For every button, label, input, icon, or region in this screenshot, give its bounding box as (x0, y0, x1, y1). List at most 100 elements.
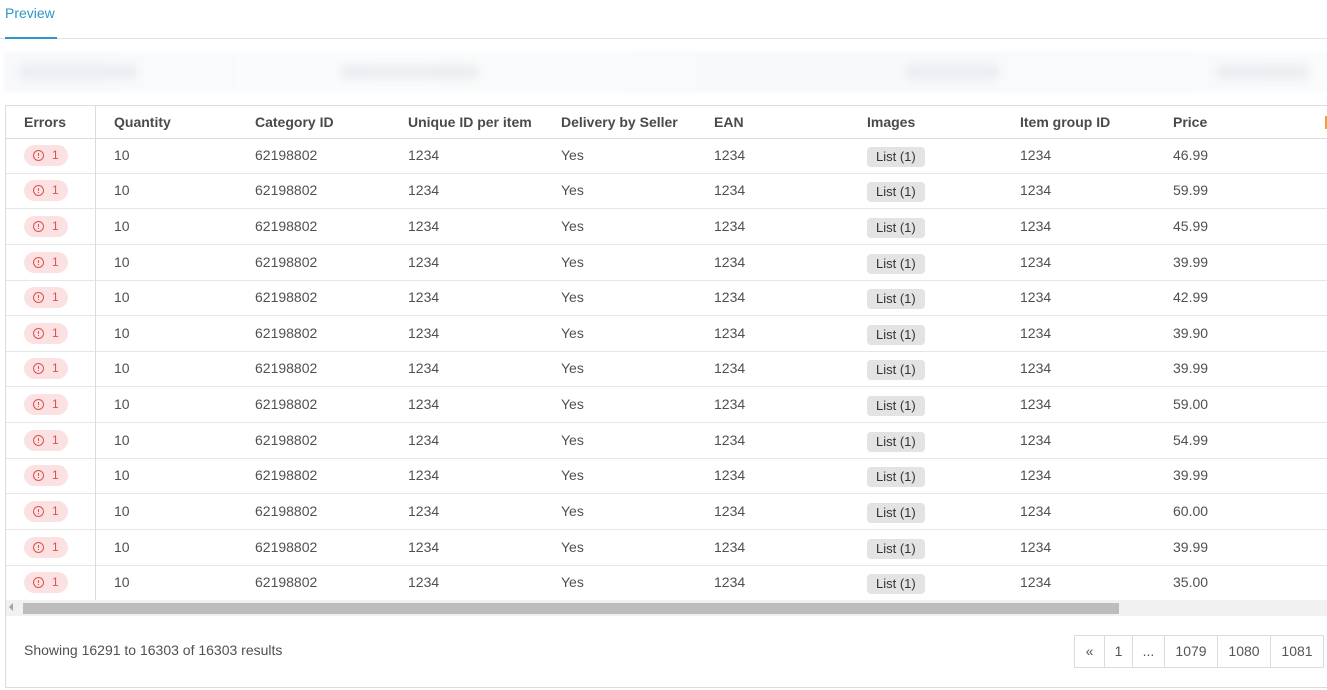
table-row[interactable]: 1 10 62198802 1234 Yes 1234 List (1) 1234 45.99 (6, 209, 1327, 245)
error-badge[interactable]: 1 (24, 465, 68, 486)
cell-price: 54.99 (1173, 432, 1209, 448)
cell-unique-id: 1234 (408, 539, 440, 555)
cell-delivery: Yes (561, 396, 584, 412)
cell-item-group-id: 1234 (1020, 432, 1052, 448)
cell-quantity: 10 (114, 254, 130, 270)
cell-category-id: 62198802 (255, 503, 318, 519)
cell-item-group-id: 1234 (1020, 467, 1052, 483)
cell-price: 39.99 (1173, 360, 1209, 376)
error-badge[interactable]: 1 (24, 430, 68, 451)
column-header-item-group-id[interactable]: Item group ID (1020, 106, 1110, 138)
cell-category-id: 62198802 (255, 360, 318, 376)
images-list-button[interactable]: List (1) (867, 147, 925, 167)
table-row[interactable]: 1 10 62198802 1234 Yes 1234 List (1) 1234 39.99 (6, 530, 1327, 566)
cell-quantity: 10 (114, 325, 130, 341)
table-row[interactable]: 1 10 62198802 1234 Yes 1234 List (1) 1234 35.00 (6, 565, 1327, 601)
cell-price: 35.00 (1173, 574, 1209, 590)
images-list-button[interactable]: List (1) (867, 218, 925, 238)
images-list-button[interactable]: List (1) (867, 254, 925, 274)
chevron-left-icon[interactable] (9, 603, 13, 611)
column-header-ean[interactable]: EAN (714, 106, 744, 138)
column-header-errors[interactable]: Errors (24, 106, 66, 138)
error-count: 1 (52, 468, 59, 482)
images-list-button[interactable]: List (1) (867, 325, 925, 345)
cell-item-group-id: 1234 (1020, 503, 1052, 519)
cell-price: 39.99 (1173, 467, 1209, 483)
pagination-page[interactable]: 1080 (1218, 636, 1271, 667)
alert-circle-icon (33, 292, 44, 303)
table-row[interactable]: 1 10 62198802 1234 Yes 1234 List (1) 1234 60.00 (6, 494, 1327, 530)
column-header-images[interactable]: Images (867, 106, 915, 138)
cell-ean: 1234 (714, 396, 746, 412)
error-badge[interactable]: 1 (24, 145, 68, 166)
cell-unique-id: 1234 (408, 467, 440, 483)
column-header-delivery-by-seller[interactable]: Delivery by Seller (561, 106, 678, 138)
table-row[interactable]: 1 10 62198802 1234 Yes 1234 List (1) 1234 39.99 (6, 458, 1327, 494)
table-row[interactable]: 1 10 62198802 1234 Yes 1234 List (1) 1234 39.99 (6, 351, 1327, 387)
error-badge[interactable]: 1 (24, 216, 68, 237)
tab-bar: Preview (0, 0, 1327, 39)
table-row[interactable]: 1 10 62198802 1234 Yes 1234 List (1) 1234 59.00 (6, 387, 1327, 423)
column-header-price[interactable]: Price (1173, 106, 1207, 138)
cell-item-group-id: 1234 (1020, 218, 1052, 234)
cell-category-id: 62198802 (255, 432, 318, 448)
error-count: 1 (52, 326, 59, 340)
error-badge[interactable]: 1 (24, 252, 68, 273)
images-list-button[interactable]: List (1) (867, 574, 925, 594)
images-list-button[interactable]: List (1) (867, 396, 925, 416)
cell-quantity: 10 (114, 218, 130, 234)
column-header-category-id[interactable]: Category ID (255, 106, 334, 138)
cell-ean: 1234 (714, 218, 746, 234)
pagination-prev[interactable]: « (1075, 636, 1105, 667)
images-list-button[interactable]: List (1) (867, 289, 925, 309)
images-list-button[interactable]: List (1) (867, 360, 925, 380)
cell-ean: 1234 (714, 325, 746, 341)
cell-quantity: 10 (114, 396, 130, 412)
table-row[interactable]: 1 10 62198802 1234 Yes 1234 List (1) 1234 39.99 (6, 245, 1327, 281)
error-badge[interactable]: 1 (24, 572, 68, 593)
error-badge[interactable]: 1 (24, 501, 68, 522)
error-count: 1 (52, 504, 59, 518)
pagination-page[interactable]: 1079 (1165, 636, 1218, 667)
table-row[interactable]: 1 10 62198802 1234 Yes 1234 List (1) 1234 39.90 (6, 316, 1327, 352)
tab-preview[interactable]: Preview (5, 5, 57, 39)
pagination-page[interactable]: 1 (1105, 636, 1133, 667)
error-badge[interactable]: 1 (24, 180, 68, 201)
cell-delivery: Yes (561, 503, 584, 519)
error-badge[interactable]: 1 (24, 287, 68, 308)
table-row[interactable]: 1 10 62198802 1234 Yes 1234 List (1) 1234 42.99 (6, 280, 1327, 316)
error-badge[interactable]: 1 (24, 537, 68, 558)
error-badge[interactable]: 1 (24, 323, 68, 344)
images-list-button[interactable]: List (1) (867, 503, 925, 523)
error-badge[interactable]: 1 (24, 358, 68, 379)
column-header-unique-id[interactable]: Unique ID per item (408, 106, 532, 138)
cell-category-id: 62198802 (255, 254, 318, 270)
alert-circle-icon (33, 257, 44, 268)
cell-unique-id: 1234 (408, 503, 440, 519)
images-list-button[interactable]: List (1) (867, 467, 925, 487)
cell-item-group-id: 1234 (1020, 147, 1052, 163)
cell-unique-id: 1234 (408, 325, 440, 341)
cell-item-group-id: 1234 (1020, 289, 1052, 305)
cell-delivery: Yes (561, 289, 584, 305)
error-badge[interactable]: 1 (24, 394, 68, 415)
images-list-button[interactable]: List (1) (867, 182, 925, 202)
cell-quantity: 10 (114, 289, 130, 305)
table-row[interactable]: 1 10 62198802 1234 Yes 1234 List (1) 1234 46.99 (6, 138, 1327, 174)
alert-circle-icon (33, 328, 44, 339)
cell-price: 59.00 (1173, 396, 1209, 412)
pagination-page[interactable]: 1081 (1271, 636, 1324, 667)
horizontal-scrollbar[interactable] (6, 600, 1327, 616)
table-row[interactable]: 1 10 62198802 1234 Yes 1234 List (1) 1234 54.99 (6, 423, 1327, 459)
cell-ean: 1234 (714, 539, 746, 555)
cell-delivery: Yes (561, 432, 584, 448)
images-list-button[interactable]: List (1) (867, 432, 925, 452)
blurred-item (340, 64, 480, 80)
error-count: 1 (52, 361, 59, 375)
column-divider (95, 106, 96, 600)
column-header-quantity[interactable]: Quantity (114, 106, 171, 138)
error-count: 1 (52, 183, 59, 197)
table-row[interactable]: 1 10 62198802 1234 Yes 1234 List (1) 1234 59.99 (6, 173, 1327, 209)
images-list-button[interactable]: List (1) (867, 539, 925, 559)
scrollbar-thumb[interactable] (23, 603, 1119, 614)
